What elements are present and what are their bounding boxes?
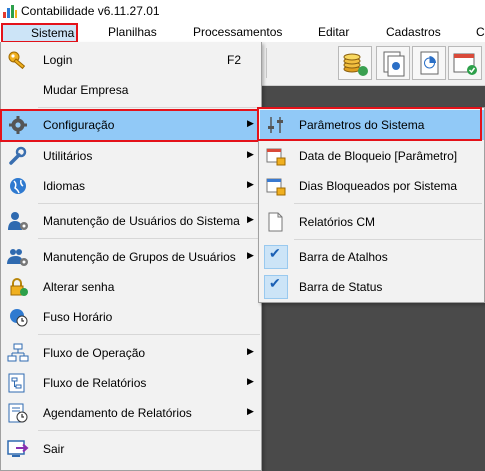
calendar-lock-icon	[265, 146, 287, 166]
lock-refresh-icon	[7, 277, 29, 297]
report-chart-icon[interactable]	[412, 46, 446, 80]
menu-item-alterar-senha[interactable]: Alterar senha	[2, 272, 261, 302]
checkmark-icon: ✔	[269, 245, 281, 261]
menu-planilhas[interactable]: Planilhas	[108, 25, 157, 39]
sliders-icon	[265, 115, 287, 135]
separator	[38, 107, 260, 108]
submenu-item-dias-bloqueados[interactable]: Dias Bloqueados por Sistema	[260, 171, 484, 201]
menu-sistema-label: Sistema	[31, 26, 75, 40]
separator	[294, 239, 482, 240]
menu-item-idiomas[interactable]: Idiomas ▶	[2, 171, 261, 201]
gear-icon	[7, 115, 29, 135]
sistema-dropdown-menu: Login F2 Mudar Empresa Configuração ▶ Ut…	[0, 42, 262, 471]
submenu-arrow-icon: ▶	[247, 118, 254, 128]
bar-chart-app-icon	[3, 4, 17, 18]
menu-item-fluxo-operacao[interactable]: Fluxo de Operação ▶	[2, 338, 261, 368]
calendar-check-icon[interactable]	[448, 46, 482, 80]
coins-refresh-icon[interactable]	[338, 46, 372, 80]
title-bar: Contabilidade v6.11.27.01	[0, 0, 485, 22]
menu-item-sair[interactable]: Sair	[2, 434, 261, 464]
users-gear-icon	[7, 247, 29, 267]
menu-item-fuso-horario[interactable]: Fuso Horário	[2, 302, 261, 332]
separator	[294, 203, 482, 204]
menu-item-agendamento-relatorios[interactable]: Agendamento de Relatórios ▶	[2, 398, 261, 428]
submenu-arrow-icon: ▶	[247, 149, 254, 159]
separator	[38, 238, 260, 239]
separator	[38, 334, 260, 335]
wrench-icon	[7, 146, 29, 166]
submenu-item-data-bloqueio[interactable]: Data de Bloqueio [Parâmetro]	[260, 141, 484, 171]
separator	[38, 430, 260, 431]
globe-clock-icon	[7, 307, 29, 327]
menu-item-manutencao-grupos[interactable]: Manutenção de Grupos de Usuários ▶	[2, 242, 261, 272]
user-gear-icon	[7, 211, 29, 231]
configuracao-submenu: Parâmetros do Sistema Data de Bloqueio […	[258, 107, 485, 303]
menu-sistema[interactable]: Sistema	[1, 23, 78, 43]
menu-item-configuracao[interactable]: Configuração ▶	[2, 110, 261, 140]
submenu-arrow-icon: ▶	[247, 346, 254, 356]
menu-editar[interactable]: Editar	[318, 25, 349, 39]
menu-item-utilitarios[interactable]: Utilitários ▶	[2, 141, 261, 171]
submenu-arrow-icon: ▶	[247, 376, 254, 386]
documents-icon[interactable]	[376, 46, 410, 80]
calendar-lock-icon	[265, 176, 287, 196]
report-clock-icon	[7, 403, 29, 423]
separator	[38, 203, 260, 204]
menu-processamentos[interactable]: Processamentos	[193, 25, 282, 39]
globe-icon	[7, 176, 29, 196]
submenu-item-parametros-sistema[interactable]: Parâmetros do Sistema	[260, 110, 484, 140]
submenu-arrow-icon: ▶	[247, 179, 254, 189]
checkmark-icon: ✔	[269, 275, 281, 291]
submenu-item-relatorios-cm[interactable]: Relatórios CM	[260, 207, 484, 237]
exit-icon	[7, 439, 29, 459]
menu-item-manutencao-usuarios[interactable]: Manutenção de Usuários do Sistema ▶	[2, 206, 261, 236]
submenu-arrow-icon: ▶	[247, 406, 254, 416]
document-icon	[265, 212, 287, 232]
submenu-arrow-icon: ▶	[247, 250, 254, 260]
toolbar	[262, 42, 485, 86]
menu-c[interactable]: C	[476, 25, 485, 39]
menu-item-fluxo-relatorios[interactable]: Fluxo de Relatórios ▶	[2, 368, 261, 398]
window-title: Contabilidade v6.11.27.01	[21, 4, 160, 18]
submenu-item-barra-atalhos[interactable]: ✔ Barra de Atalhos	[260, 242, 484, 272]
submenu-item-barra-status[interactable]: ✔ Barra de Status	[260, 272, 484, 302]
report-flow-icon	[7, 373, 29, 393]
key-icon	[7, 50, 29, 70]
menu-cadastros[interactable]: Cadastros	[386, 25, 441, 39]
menu-item-mudar-empresa[interactable]: Mudar Empresa	[2, 75, 261, 105]
submenu-arrow-icon: ▶	[247, 214, 254, 224]
shortcut-label: F2	[227, 53, 242, 67]
menu-item-login[interactable]: Login F2	[2, 45, 261, 75]
flowchart-icon	[7, 343, 29, 363]
